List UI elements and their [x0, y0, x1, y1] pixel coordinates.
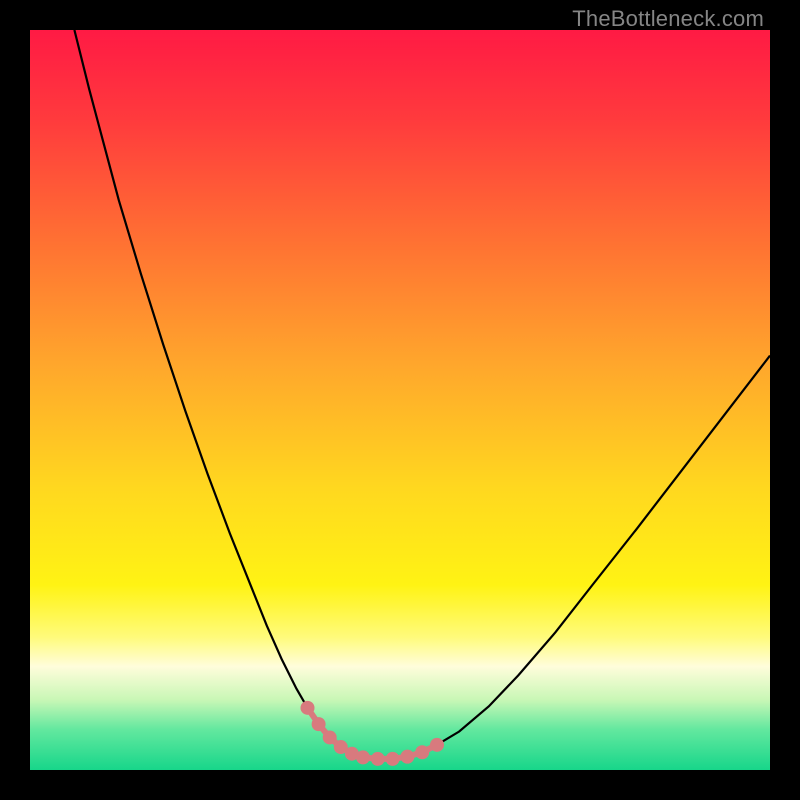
- watermark-text: TheBottleneck.com: [572, 6, 764, 32]
- gradient-background: [30, 30, 770, 770]
- bottleneck-chart: [30, 30, 770, 770]
- chart-frame: [30, 30, 770, 770]
